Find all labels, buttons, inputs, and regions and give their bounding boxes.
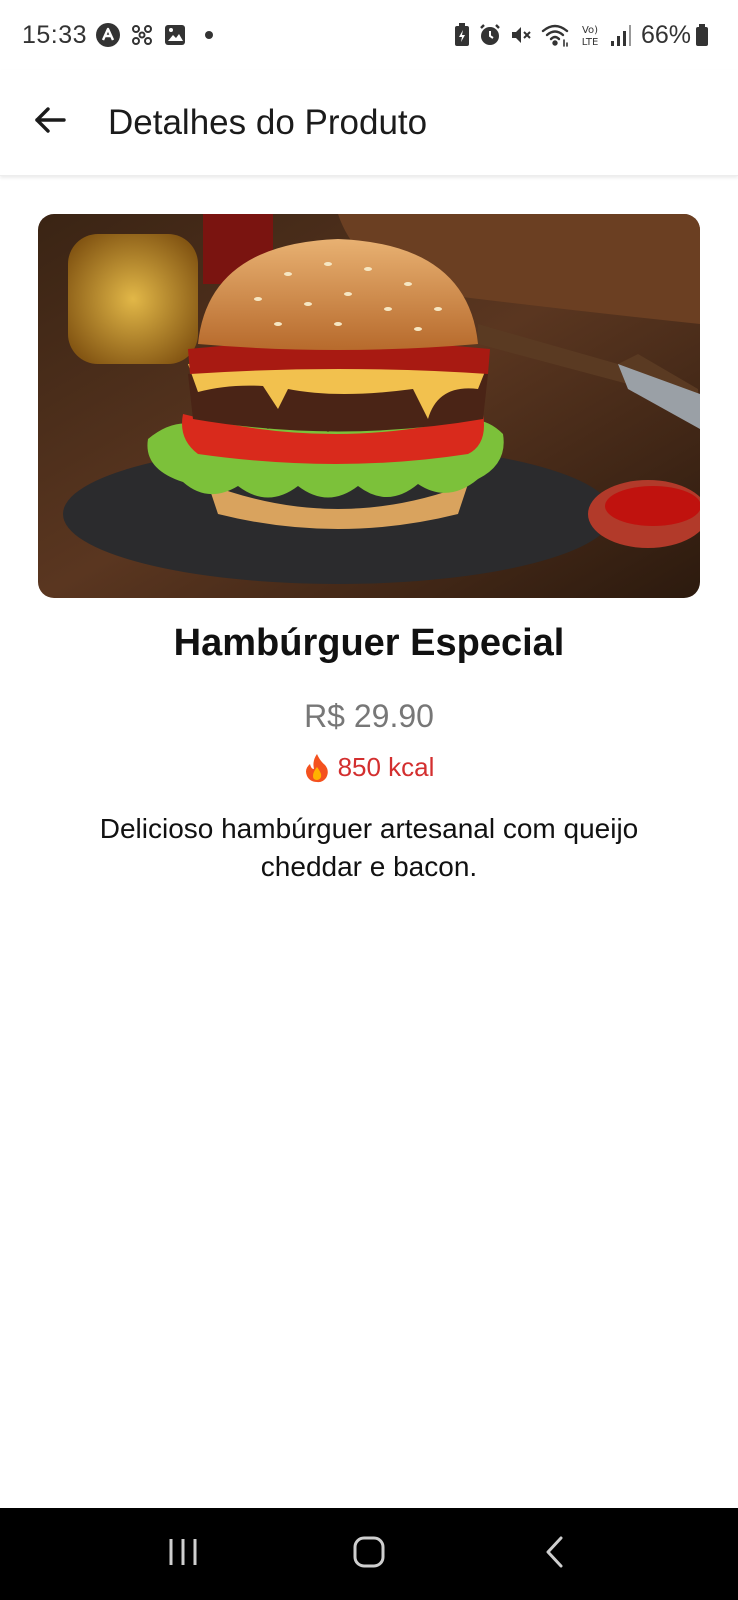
status-bar: 15:33 Vo) LTE 66% [0, 0, 738, 70]
recent-apps-button[interactable] [143, 1524, 223, 1584]
product-kcal: 850 kcal [0, 752, 738, 783]
battery-saver-icon [453, 22, 471, 48]
network-nodes-icon [129, 22, 155, 48]
back-button[interactable] [20, 93, 80, 153]
wifi-icon [540, 23, 570, 47]
volte-icon: Vo) LTE [577, 22, 603, 48]
svg-text:Vo): Vo) [582, 25, 598, 36]
gallery-icon [163, 23, 187, 47]
product-price: R$ 29.90 [304, 698, 434, 734]
signal-icon [610, 23, 632, 47]
arrow-back-icon [32, 102, 68, 143]
page-title: Detalhes do Produto [108, 102, 428, 142]
product-description: Delicioso hambúrguer artesanal com queij… [99, 813, 639, 882]
battery-icon [695, 23, 709, 47]
nav-back-button[interactable] [515, 1524, 595, 1584]
screen: 15:33 Vo) LTE 66% Detalhes do Produto Ha… [0, 0, 738, 1600]
alarm-icon [478, 23, 502, 47]
fire-icon [304, 753, 330, 783]
status-time: 15:33 [22, 20, 88, 49]
product-image [38, 214, 700, 598]
home-icon [352, 1535, 386, 1574]
kcal-label: 850 kcal [337, 752, 435, 782]
product-name: Hambúrguer Especial [173, 622, 565, 664]
back-icon [543, 1535, 567, 1574]
svg-text:LTE: LTE [582, 37, 599, 48]
app-bar: Detalhes do Produto [0, 70, 738, 176]
battery-percent: 66% [640, 20, 691, 49]
home-button[interactable] [329, 1524, 409, 1584]
notification-dot-icon [205, 31, 214, 39]
system-nav-bar [0, 1508, 738, 1600]
mute-icon [509, 23, 533, 47]
app-a-icon [95, 22, 121, 48]
recent-apps-icon [167, 1537, 199, 1572]
